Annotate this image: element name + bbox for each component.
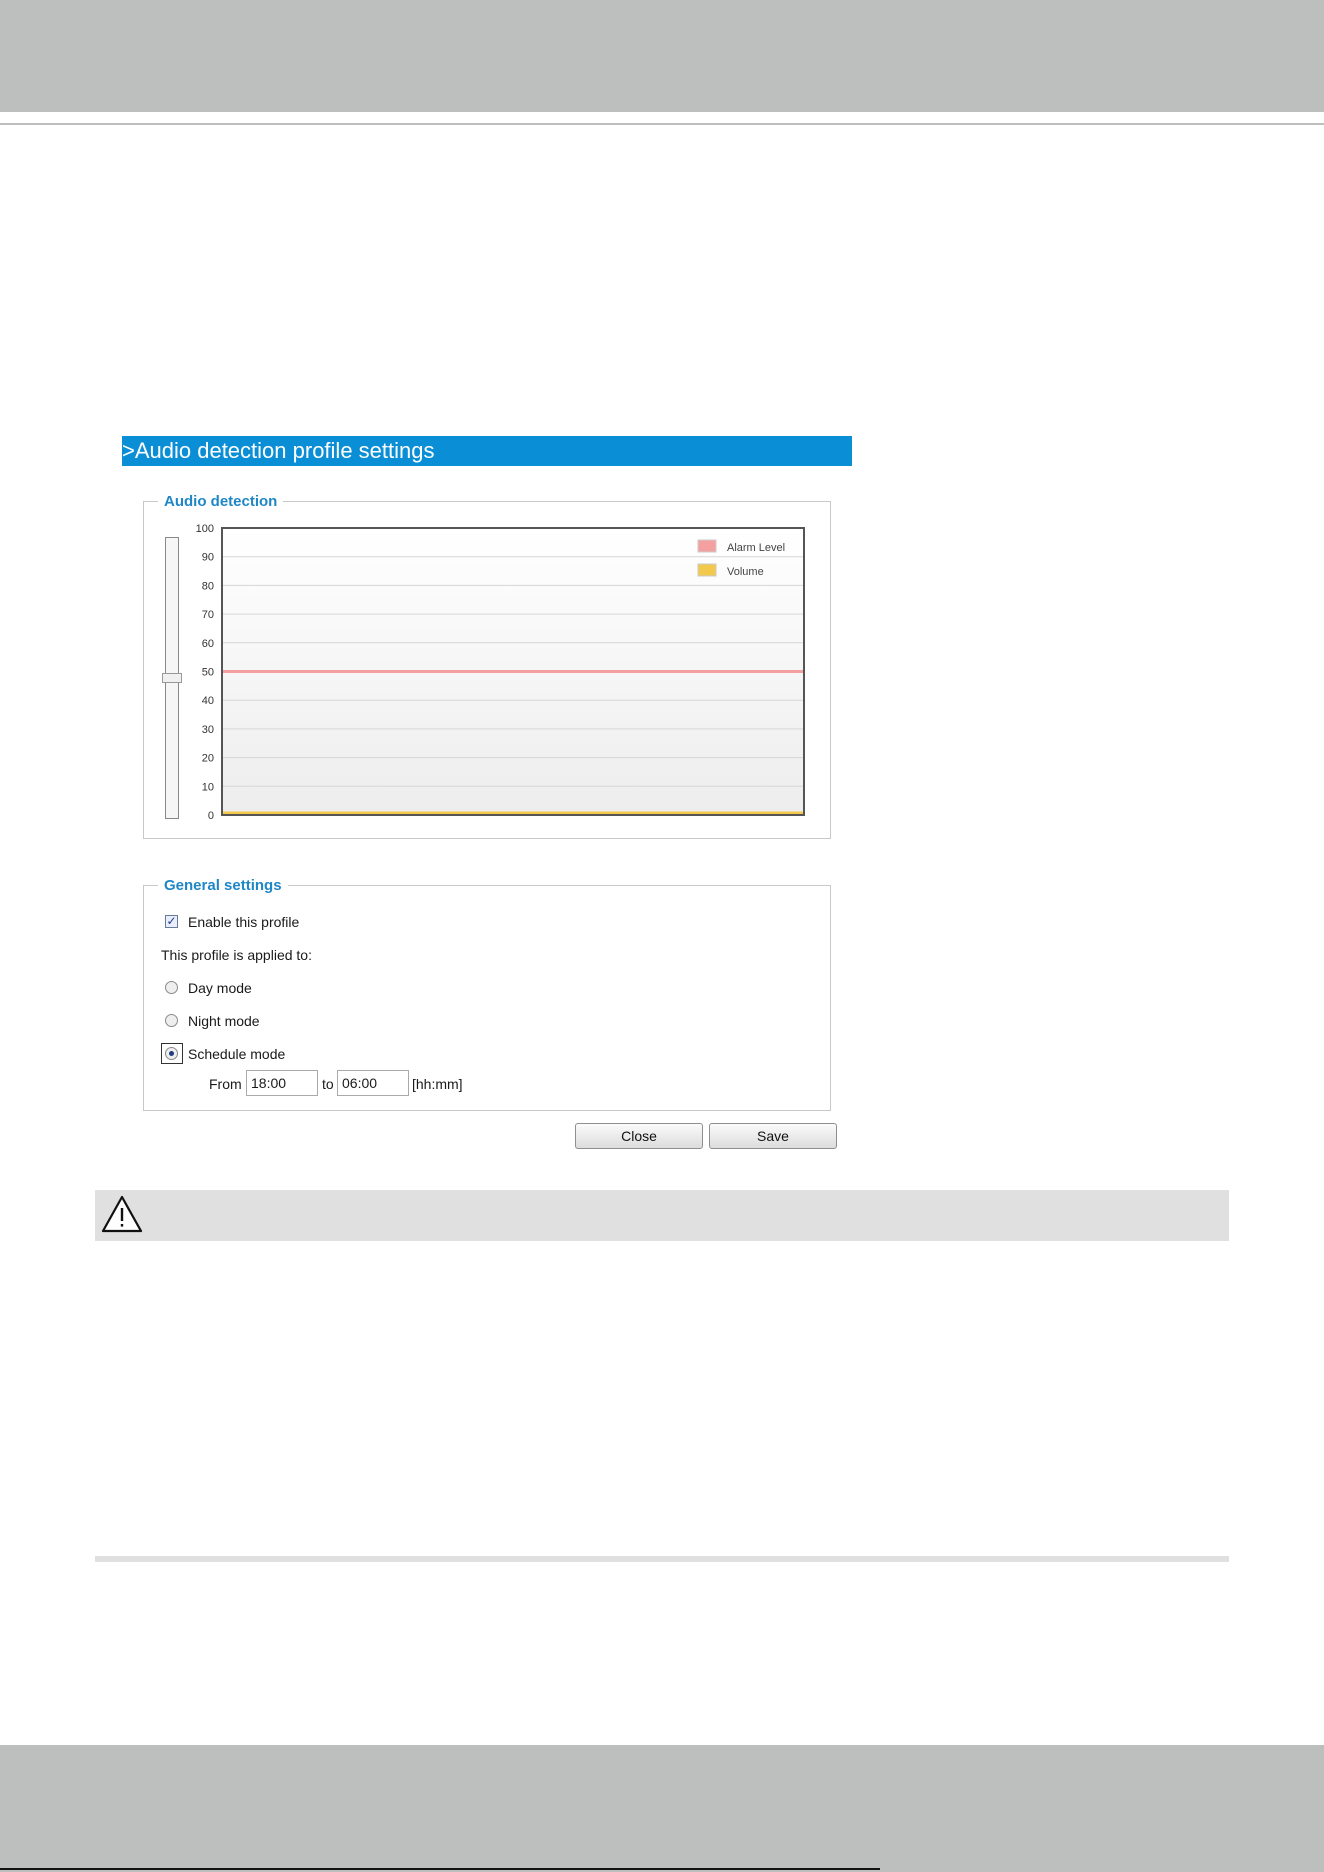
schedule-mode-radio[interactable] [165,1047,178,1060]
audio-detection-legend: Audio detection [164,493,278,510]
checkmark-icon: ✓ [166,914,177,928]
y-axis-ticks: 1009080706050403020100 [196,523,214,822]
header-rule [0,123,1324,125]
to-time-input[interactable] [337,1070,409,1096]
legend-label: Volume [727,566,764,578]
applied-to-label: This profile is applied to: [161,947,312,963]
y-tick-label: 90 [202,552,214,564]
save-button[interactable]: Save [709,1123,837,1149]
day-mode-radio[interactable] [165,981,178,994]
y-tick-label: 50 [202,667,214,679]
from-label: From [209,1076,242,1092]
y-tick-label: 10 [202,781,214,793]
y-tick-label: 60 [202,638,214,650]
y-tick-label: 80 [202,580,214,592]
y-tick-label: 30 [202,724,214,736]
legend-label: Alarm Level [727,542,785,554]
to-label: to [322,1076,334,1092]
y-tick-label: 20 [202,753,214,765]
night-mode-radio[interactable] [165,1014,178,1027]
close-button[interactable]: Close [575,1123,703,1149]
footer-rule [0,1868,880,1870]
general-settings-legend: General settings [164,877,282,894]
y-tick-label: 100 [196,523,214,535]
enable-profile-label[interactable]: Enable this profile [188,914,299,930]
page-header-band [0,0,1324,112]
legend-swatch [697,539,717,553]
time-format-hint: [hh:mm] [412,1076,463,1092]
footer-separator [95,1556,1229,1562]
from-time-input[interactable] [246,1070,318,1096]
day-mode-label[interactable]: Day mode [188,980,252,996]
audio-level-chart: 1009080706050403020100 Alarm LevelVolume [196,523,805,822]
y-tick-label: 70 [202,609,214,621]
enable-profile-checkbox[interactable]: ✓ [165,915,178,928]
warning-triangle-icon [101,1195,143,1233]
alarm-level-slider-handle[interactable] [162,673,182,683]
y-tick-label: 40 [202,695,214,707]
night-mode-label[interactable]: Night mode [188,1013,260,1029]
legend-swatch [697,563,717,577]
warning-note-bar [95,1190,1229,1241]
y-tick-label: 0 [208,810,214,822]
page-footer-band [0,1745,1324,1872]
panel-title: >Audio detection profile settings [122,436,852,466]
schedule-mode-label[interactable]: Schedule mode [188,1046,285,1062]
